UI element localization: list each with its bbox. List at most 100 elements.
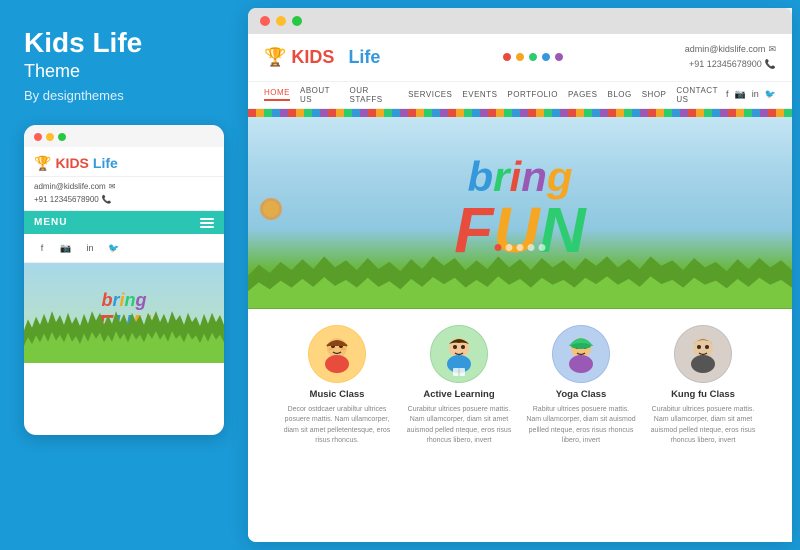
polka-dot-4 bbox=[542, 53, 550, 61]
polka-dots-row bbox=[503, 53, 563, 61]
site-email: admin@kidslife.com bbox=[685, 42, 766, 57]
hero-f: F bbox=[454, 194, 493, 266]
learning-avatar-svg bbox=[431, 326, 487, 382]
active-learning-text: Curabitur ultrices posuere mattis. Nam u… bbox=[404, 405, 514, 447]
learning-avatar bbox=[430, 325, 488, 383]
site-logo: 🏆 KIDS Life bbox=[264, 47, 380, 68]
cards-section: Music Class Decor ostdcaer urabiltur ult… bbox=[248, 309, 792, 542]
card-yoga: Yoga Class Rabitur ultrices posuere matt… bbox=[526, 325, 636, 447]
nav-instagram-icon[interactable]: 📷 bbox=[735, 89, 746, 100]
nav-about[interactable]: ABOUT US bbox=[300, 86, 339, 104]
hero-r: r bbox=[493, 153, 509, 200]
nav-linkedin-icon[interactable]: in bbox=[752, 89, 759, 100]
hamburger-line-3 bbox=[200, 226, 214, 228]
slider-dot-3[interactable] bbox=[517, 244, 524, 251]
mobile-logo-life: Life bbox=[93, 155, 118, 171]
site-logo-kids: KIDS bbox=[291, 47, 334, 68]
slider-dot-2[interactable] bbox=[506, 244, 513, 251]
browser-content: 🏆 KIDS Life admin@kidslife.com bbox=[248, 34, 792, 542]
linkedin-icon[interactable]: in bbox=[82, 240, 98, 256]
browser-dot-red[interactable] bbox=[260, 16, 270, 26]
nav-blog[interactable]: BLOG bbox=[607, 90, 631, 99]
kungfu-avatar bbox=[674, 325, 732, 383]
mobile-r: r bbox=[112, 290, 119, 310]
polka-dot-3 bbox=[529, 53, 537, 61]
nav-portfolio[interactable]: PORTFOLIO bbox=[507, 90, 558, 99]
theme-subtitle: Theme bbox=[24, 61, 224, 82]
slider-dot-4[interactable] bbox=[528, 244, 535, 251]
mobile-phone: +91 12345678900 bbox=[34, 194, 99, 207]
nav-home[interactable]: HOME bbox=[264, 88, 290, 101]
facebook-icon[interactable]: f bbox=[34, 240, 50, 256]
kungfu-avatar-svg bbox=[675, 326, 731, 382]
yoga-class-title: Yoga Class bbox=[526, 389, 636, 400]
theme-title: Kids Life bbox=[24, 28, 224, 59]
mobile-header: 🏆 KIDS Life bbox=[24, 147, 224, 177]
mobile-top-bar bbox=[24, 125, 224, 147]
site-header-top: 🏆 KIDS Life admin@kidslife.com bbox=[248, 34, 792, 81]
site-phone-icon: 📞 bbox=[765, 57, 776, 72]
mobile-logo-kids: KIDS bbox=[55, 155, 88, 171]
mobile-menu-bar[interactable]: MENU bbox=[24, 211, 224, 234]
nav-items: HOME ABOUT US OUR STAFFS SERVICES EVENTS… bbox=[264, 86, 726, 104]
music-avatar-svg bbox=[309, 326, 365, 382]
mobile-hero: bring FUN bbox=[24, 263, 224, 363]
slider-dots bbox=[495, 244, 546, 251]
cards-row: Music Class Decor ostdcaer urabiltur ult… bbox=[264, 325, 776, 447]
sun-decoration bbox=[260, 198, 282, 220]
nav-twitter-icon[interactable]: 🐦 bbox=[765, 89, 776, 100]
kungfu-class-text: Curabitur ultrices posuere mattis. Nam u… bbox=[648, 405, 758, 447]
mobile-contact-info: admin@kidslife.com ✉ +91 12345678900 📞 bbox=[24, 177, 224, 212]
polka-dot-2 bbox=[516, 53, 524, 61]
hamburger-line-1 bbox=[200, 218, 214, 220]
slider-dot-5[interactable] bbox=[539, 244, 546, 251]
twitter-icon[interactable]: 🐦 bbox=[106, 240, 122, 256]
yoga-class-text: Rabitur ultrices posuere mattis. Nam ull… bbox=[526, 405, 636, 447]
browser-dot-green[interactable] bbox=[292, 16, 302, 26]
hero-dots-top bbox=[248, 109, 792, 117]
card-music: Music Class Decor ostdcaer urabiltur ult… bbox=[282, 325, 392, 447]
hamburger-icon[interactable] bbox=[200, 218, 214, 228]
mobile-n: n bbox=[125, 290, 136, 310]
nav-pages[interactable]: PAGES bbox=[568, 90, 597, 99]
menu-label: MENU bbox=[34, 217, 67, 228]
instagram-icon[interactable]: 📷 bbox=[58, 240, 74, 256]
mobile-g: g bbox=[136, 290, 147, 310]
polka-dot-1 bbox=[503, 53, 511, 61]
nav-contact[interactable]: CONTACT US bbox=[676, 86, 726, 104]
hero-g: g bbox=[547, 153, 573, 200]
mobile-dot-green bbox=[58, 133, 66, 141]
yoga-avatar-svg bbox=[553, 326, 609, 382]
browser-dot-yellow[interactable] bbox=[276, 16, 286, 26]
site-email-icon: ✉ bbox=[768, 42, 776, 57]
theme-by: By designthemes bbox=[24, 88, 224, 103]
nav-events[interactable]: EVENTS bbox=[462, 90, 497, 99]
site-contact-info: admin@kidslife.com ✉ +91 12345678900 📞 bbox=[685, 42, 776, 73]
mobile-dot-red bbox=[34, 133, 42, 141]
mobile-mockup: 🏆 KIDS Life admin@kidslife.com ✉ +91 123… bbox=[24, 125, 224, 435]
nav-services[interactable]: SERVICES bbox=[408, 90, 452, 99]
site-trophy-icon: 🏆 bbox=[264, 47, 286, 68]
music-class-title: Music Class bbox=[282, 389, 392, 400]
hero-u: U bbox=[493, 194, 539, 266]
mobile-logo: 🏆 KIDS Life bbox=[34, 155, 118, 172]
nav-facebook-icon[interactable]: f bbox=[726, 89, 729, 100]
email-icon: ✉ bbox=[109, 181, 116, 194]
browser-window: 🏆 KIDS Life admin@kidslife.com bbox=[248, 8, 792, 542]
site-hero: bring FUN bbox=[248, 109, 792, 309]
hero-i: i bbox=[510, 153, 522, 200]
mobile-bring-text: bring bbox=[101, 290, 146, 311]
left-panel: Kids Life Theme By designthemes 🏆 KIDS L… bbox=[0, 0, 248, 550]
browser-bar bbox=[248, 8, 792, 34]
nav-staffs[interactable]: OUR STAFFS bbox=[349, 86, 398, 104]
music-class-text: Decor ostdcaer urabiltur ultrices posuer… bbox=[282, 405, 392, 447]
yoga-avatar bbox=[552, 325, 610, 383]
hero-bring-text: bring bbox=[468, 156, 573, 198]
card-kungfu: Kung fu Class Curabitur ultrices posuere… bbox=[648, 325, 758, 447]
nav-shop[interactable]: SHOP bbox=[642, 90, 667, 99]
hero-n2: N bbox=[540, 194, 586, 266]
phone-icon: 📞 bbox=[102, 194, 112, 207]
site-logo-life: Life bbox=[348, 47, 380, 68]
site-header: 🏆 KIDS Life admin@kidslife.com bbox=[248, 34, 792, 109]
slider-dot-1[interactable] bbox=[495, 244, 502, 251]
